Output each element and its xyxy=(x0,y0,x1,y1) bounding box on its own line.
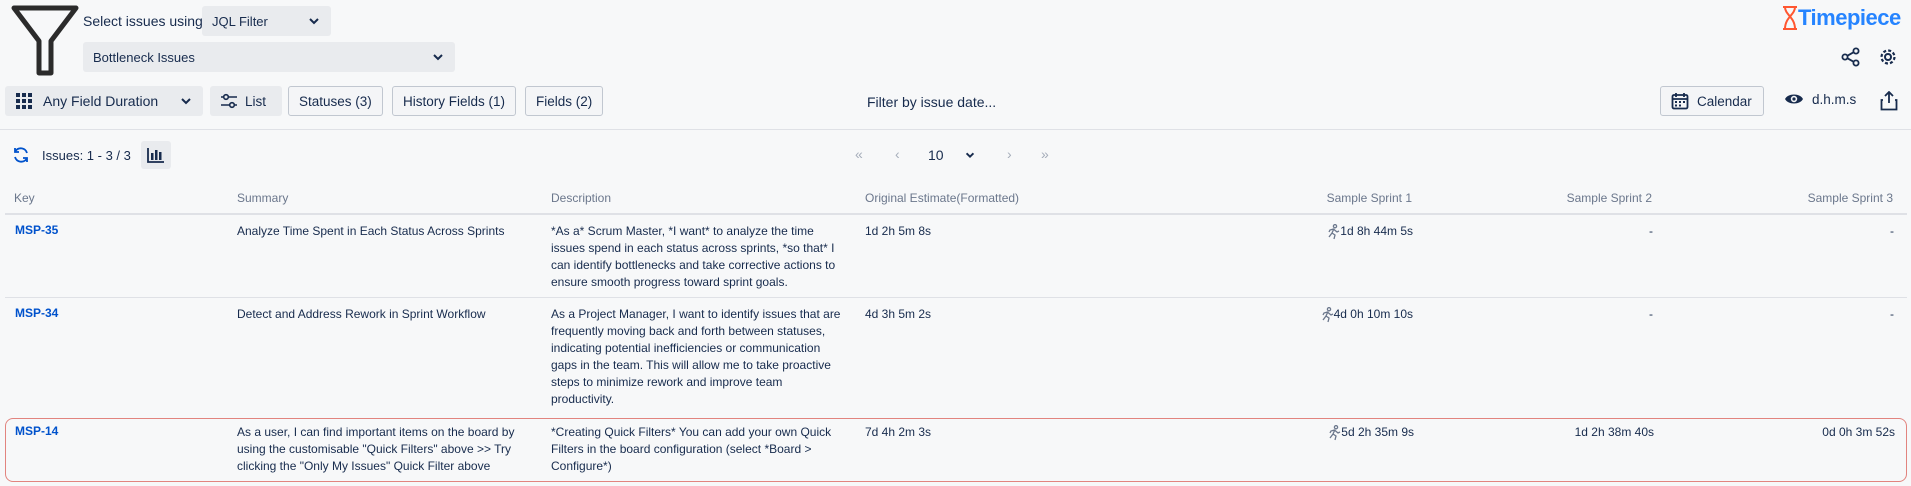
sprint-1-value: 1d 8h 44m 5s xyxy=(1340,224,1413,238)
statuses-button[interactable]: Statuses (3) xyxy=(288,86,383,116)
time-format-toggle[interactable]: d.h.m.s xyxy=(1784,91,1856,107)
share-icon[interactable] xyxy=(1841,47,1861,67)
summary-line: using the customisable "Quick Filters" a… xyxy=(237,442,511,456)
original-estimate-value: 7d 4h 2m 3s xyxy=(865,425,932,439)
sprint-3-duration: - xyxy=(1890,224,1894,238)
description-line: indicating potential inefficiencies or c… xyxy=(551,341,821,355)
filter-name-select[interactable]: Bottleneck Issues xyxy=(83,42,455,72)
calendar-button[interactable]: Calendar xyxy=(1660,86,1764,116)
brand-name: Timepiece xyxy=(1798,5,1901,30)
issue-key-link[interactable]: MSP-35 xyxy=(15,223,58,237)
time-format-label: d.h.m.s xyxy=(1812,91,1857,107)
list-label: List xyxy=(245,93,267,109)
runner-icon xyxy=(1329,424,1341,440)
fields-button[interactable]: Fields (2) xyxy=(525,86,604,116)
summary-line: clicking the "Only My Issues" Quick Filt… xyxy=(237,459,491,473)
next-page-button[interactable]: › xyxy=(1007,146,1012,162)
prev-page-button[interactable]: ‹ xyxy=(895,146,900,162)
filter-name-value: Bottleneck Issues xyxy=(93,49,195,65)
description-line: issues spend in each status across sprin… xyxy=(551,241,835,255)
description-line: Filters in the board configuration (sele… xyxy=(551,442,812,456)
summary-line: Analyze Time Spent in Each Status Across… xyxy=(237,224,505,238)
column-header-key[interactable]: Key xyxy=(14,191,35,205)
description-line: steps to minimize rework and improve tea… xyxy=(551,375,783,389)
description-line: As a Project Manager, I want to identify… xyxy=(551,307,841,321)
issue-summary: Detect and Address Rework in Sprint Work… xyxy=(237,306,537,323)
page-size-select[interactable]: 10 xyxy=(928,147,976,163)
calendar-icon xyxy=(1671,93,1689,110)
description-line: frequently moving back and forth between… xyxy=(551,324,826,338)
issue-key-link[interactable]: MSP-34 xyxy=(15,306,58,320)
chevron-down-icon xyxy=(433,54,443,61)
refresh-icon[interactable] xyxy=(12,146,30,164)
description-line: gaps in the team. This will allow me to … xyxy=(551,358,831,372)
description-line: ensure smooth progress toward sprint goa… xyxy=(551,275,788,289)
issue-summary: Analyze Time Spent in Each Status Across… xyxy=(237,223,537,240)
description-line: productivity. xyxy=(551,392,615,406)
chevron-down-icon xyxy=(181,98,191,105)
runner-icon xyxy=(1328,223,1340,239)
gear-icon[interactable] xyxy=(1878,47,1898,67)
issue-description: As a Project Manager, I want to identify… xyxy=(551,306,861,408)
sprint-2-duration: 1d 2h 38m 40s xyxy=(1574,425,1654,439)
chevron-down-icon xyxy=(309,18,319,25)
toolbar-divider xyxy=(0,129,1911,130)
sprint-1-duration: 4d 0h 10m 10s xyxy=(1320,306,1413,323)
column-header-sample-sprint-1[interactable]: Sample Sprint 1 xyxy=(1327,191,1412,205)
hourglass-icon xyxy=(1783,6,1797,30)
runner-icon xyxy=(1322,306,1333,322)
sprint-1-duration: 5d 2h 35m 9s xyxy=(1327,424,1414,441)
report-type-select[interactable]: Any Field Duration xyxy=(5,86,203,116)
description-line: *Creating Quick Filters* You can add you… xyxy=(551,425,832,439)
column-header-sample-sprint-2[interactable]: Sample Sprint 2 xyxy=(1567,191,1652,205)
export-icon[interactable] xyxy=(1880,91,1898,111)
filter-funnel-icon xyxy=(11,5,79,76)
summary-line: Detect and Address Rework in Sprint Work… xyxy=(237,307,486,321)
column-header-description[interactable]: Description xyxy=(551,191,611,205)
eye-icon xyxy=(1785,94,1803,104)
chart-view-button[interactable] xyxy=(141,141,171,169)
description-line: *As a* Scrum Master, *I want* to analyze… xyxy=(551,224,814,238)
filter-type-value: JQL Filter xyxy=(212,13,268,29)
table-row[interactable]: MSP-35 Analyze Time Spent in Each Status… xyxy=(5,215,1907,297)
chevron-down-icon xyxy=(965,152,975,159)
history-fields-button[interactable]: History Fields (1) xyxy=(392,86,517,116)
list-view-button[interactable]: List xyxy=(210,86,282,116)
sprint-3-duration: 0d 0h 3m 52s xyxy=(1822,425,1895,439)
report-type-value: Any Field Duration xyxy=(43,93,159,109)
issue-key-link[interactable]: MSP-14 xyxy=(15,424,58,438)
table-row-highlighted[interactable]: MSP-14 As a user, I can find important i… xyxy=(5,418,1907,482)
issues-count: Issues: 1 - 3 / 3 xyxy=(42,148,131,163)
summary-line: As a user, I can find important items on… xyxy=(237,425,515,439)
sprint-3-duration: - xyxy=(1890,307,1894,321)
column-header-original-estimate[interactable]: Original Estimate(Formatted) xyxy=(865,191,1019,205)
issue-description: *As a* Scrum Master, *I want* to analyze… xyxy=(551,223,861,291)
page-size-value: 10 xyxy=(928,147,944,163)
first-page-button[interactable]: « xyxy=(855,146,863,162)
table-row[interactable]: MSP-34 Detect and Address Rework in Spri… xyxy=(5,298,1907,416)
bar-chart-icon xyxy=(147,148,164,163)
sprint-1-value: 4d 0h 10m 10s xyxy=(1333,307,1413,321)
grid-icon xyxy=(16,93,32,109)
select-issues-label: Select issues using xyxy=(83,13,203,29)
sprint-2-duration: - xyxy=(1649,307,1653,321)
sprint-1-value: 5d 2h 35m 9s xyxy=(1341,425,1414,439)
sliders-icon xyxy=(221,93,237,109)
last-page-button[interactable]: » xyxy=(1041,146,1049,162)
filter-type-select[interactable]: JQL Filter xyxy=(202,6,331,36)
original-estimate-value: 4d 3h 5m 2s xyxy=(865,307,932,321)
sprint-2-duration: - xyxy=(1649,224,1653,238)
issue-summary: As a user, I can find important items on… xyxy=(237,424,547,475)
calendar-label: Calendar xyxy=(1697,93,1752,109)
description-line: can identify bottlenecks and take correc… xyxy=(551,258,836,272)
date-filter-link[interactable]: Filter by issue date... xyxy=(867,94,996,110)
column-header-summary[interactable]: Summary xyxy=(237,191,288,205)
sprint-1-duration: 1d 8h 44m 5s xyxy=(1326,223,1413,240)
issue-description: *Creating Quick Filters* You can add you… xyxy=(551,424,861,475)
column-header-sample-sprint-3[interactable]: Sample Sprint 3 xyxy=(1808,191,1893,205)
description-line: Configure*) xyxy=(551,459,612,473)
original-estimate-value: 1d 2h 5m 8s xyxy=(865,224,932,238)
brand-logo: Timepiece xyxy=(1782,5,1901,31)
